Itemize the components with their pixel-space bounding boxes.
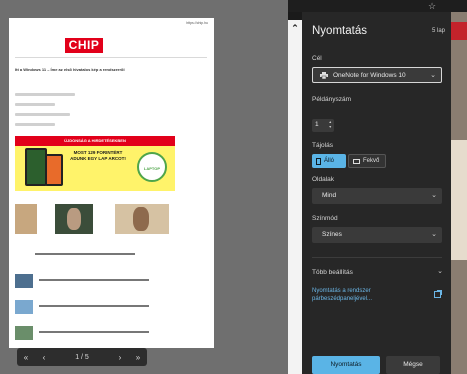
background-window-accent	[451, 22, 467, 40]
print-settings-panel: Nyomtatás 5 lap Cél OneNote for Windows …	[302, 12, 451, 374]
color-mode-label: Színmód	[312, 215, 338, 222]
article-headline: Itt a Windows 11 – Íme az elsõ hivatalos…	[15, 67, 125, 72]
panel-title: Nyomtatás	[312, 25, 367, 37]
ad-phone-image	[25, 148, 47, 186]
header-divider	[15, 57, 207, 58]
favorite-star-icon[interactable]: ☆	[428, 0, 436, 12]
cancel-button[interactable]: Mégse	[386, 356, 440, 374]
spinner-arrows-icon[interactable]: ▲ ▼	[329, 120, 332, 130]
landscape-label: Fekvő	[363, 158, 380, 164]
pages-dropdown[interactable]: Mind ⌄	[312, 188, 442, 204]
preview-page: https://chip.hu CHIP Itt a Windows 11 – …	[9, 18, 214, 348]
ad-banner: ÚJDONSÁG A HIRDETÉSEKBEN MOST 129 FORINT…	[15, 136, 175, 191]
text-lines	[15, 93, 165, 133]
article-list	[15, 246, 205, 348]
destination-label: Cél	[312, 55, 322, 62]
more-settings-toggle[interactable]: Több beállítás	[312, 269, 353, 276]
copies-label: Példányszám	[312, 96, 352, 103]
portrait-option[interactable]: Álló	[312, 154, 346, 168]
page-navigation: « ‹ 1 / 5 › »	[17, 348, 147, 366]
copies-stepper[interactable]: 1 ▲ ▼	[312, 119, 334, 132]
pages-value: Mind	[322, 192, 337, 199]
thumbnail-image	[55, 204, 93, 234]
chevron-down-icon: ⌄	[430, 72, 436, 79]
copies-value: 1	[315, 121, 319, 128]
next-page-button[interactable]: ›	[111, 348, 129, 366]
previous-page-button[interactable]: ‹	[35, 348, 53, 366]
portrait-label: Álló	[324, 158, 335, 164]
thumbnail-image	[115, 204, 169, 234]
pages-label: Oldalak	[312, 176, 335, 183]
landscape-icon	[353, 158, 360, 164]
orientation-label: Tájolás	[312, 142, 333, 149]
landscape-option[interactable]: Fekvő	[348, 154, 386, 168]
background-window-accent	[451, 140, 467, 260]
chevron-down-icon: ⌄	[431, 192, 437, 199]
thumbnail-row	[15, 204, 205, 234]
last-page-button[interactable]: »	[129, 348, 147, 366]
print-preview-area: https://chip.hu CHIP Itt a Windows 11 – …	[0, 0, 288, 374]
chip-logo: CHIP	[65, 38, 103, 53]
list-item	[15, 272, 205, 294]
destination-value: OneNote for Windows 10	[333, 72, 406, 79]
page-url: https://chip.hu	[186, 21, 208, 25]
list-item	[15, 324, 205, 346]
color-mode-value: Színes	[322, 231, 342, 238]
chevron-down-icon: ⌄	[431, 231, 437, 238]
list-item	[15, 298, 205, 320]
ad-circle-logo: LAPTOP	[137, 152, 167, 182]
preview-scrollbar[interactable]: ⌃	[288, 20, 302, 374]
chevron-down-icon[interactable]: ⌄	[437, 267, 443, 275]
print-button[interactable]: Nyomtatás	[312, 356, 380, 374]
system-dialog-link[interactable]: Nyomtatás a rendszer párbeszédpaneljével…	[312, 287, 422, 303]
color-mode-dropdown[interactable]: Színes ⌄	[312, 227, 442, 243]
ad-top-bar: ÚJDONSÁG A HIRDETÉSEKBEN	[15, 136, 175, 146]
external-link-icon[interactable]	[434, 290, 442, 298]
thumbnail-image	[15, 204, 37, 234]
portrait-icon	[316, 157, 321, 165]
destination-dropdown[interactable]: OneNote for Windows 10 ⌄	[312, 67, 442, 83]
printer-icon	[320, 72, 328, 79]
first-page-button[interactable]: «	[17, 348, 35, 366]
page-counter: 1 / 5	[75, 353, 89, 361]
divider	[312, 257, 442, 258]
scroll-up-icon[interactable]: ⌃	[289, 22, 301, 34]
sheet-count: 5 lap	[431, 28, 445, 34]
ad-main-text: MOST 129 FORINTÉRT ADUNK EGY LAP ARCOT!	[70, 150, 126, 161]
list-item	[15, 246, 205, 268]
ad-phone-image-2	[45, 154, 63, 186]
